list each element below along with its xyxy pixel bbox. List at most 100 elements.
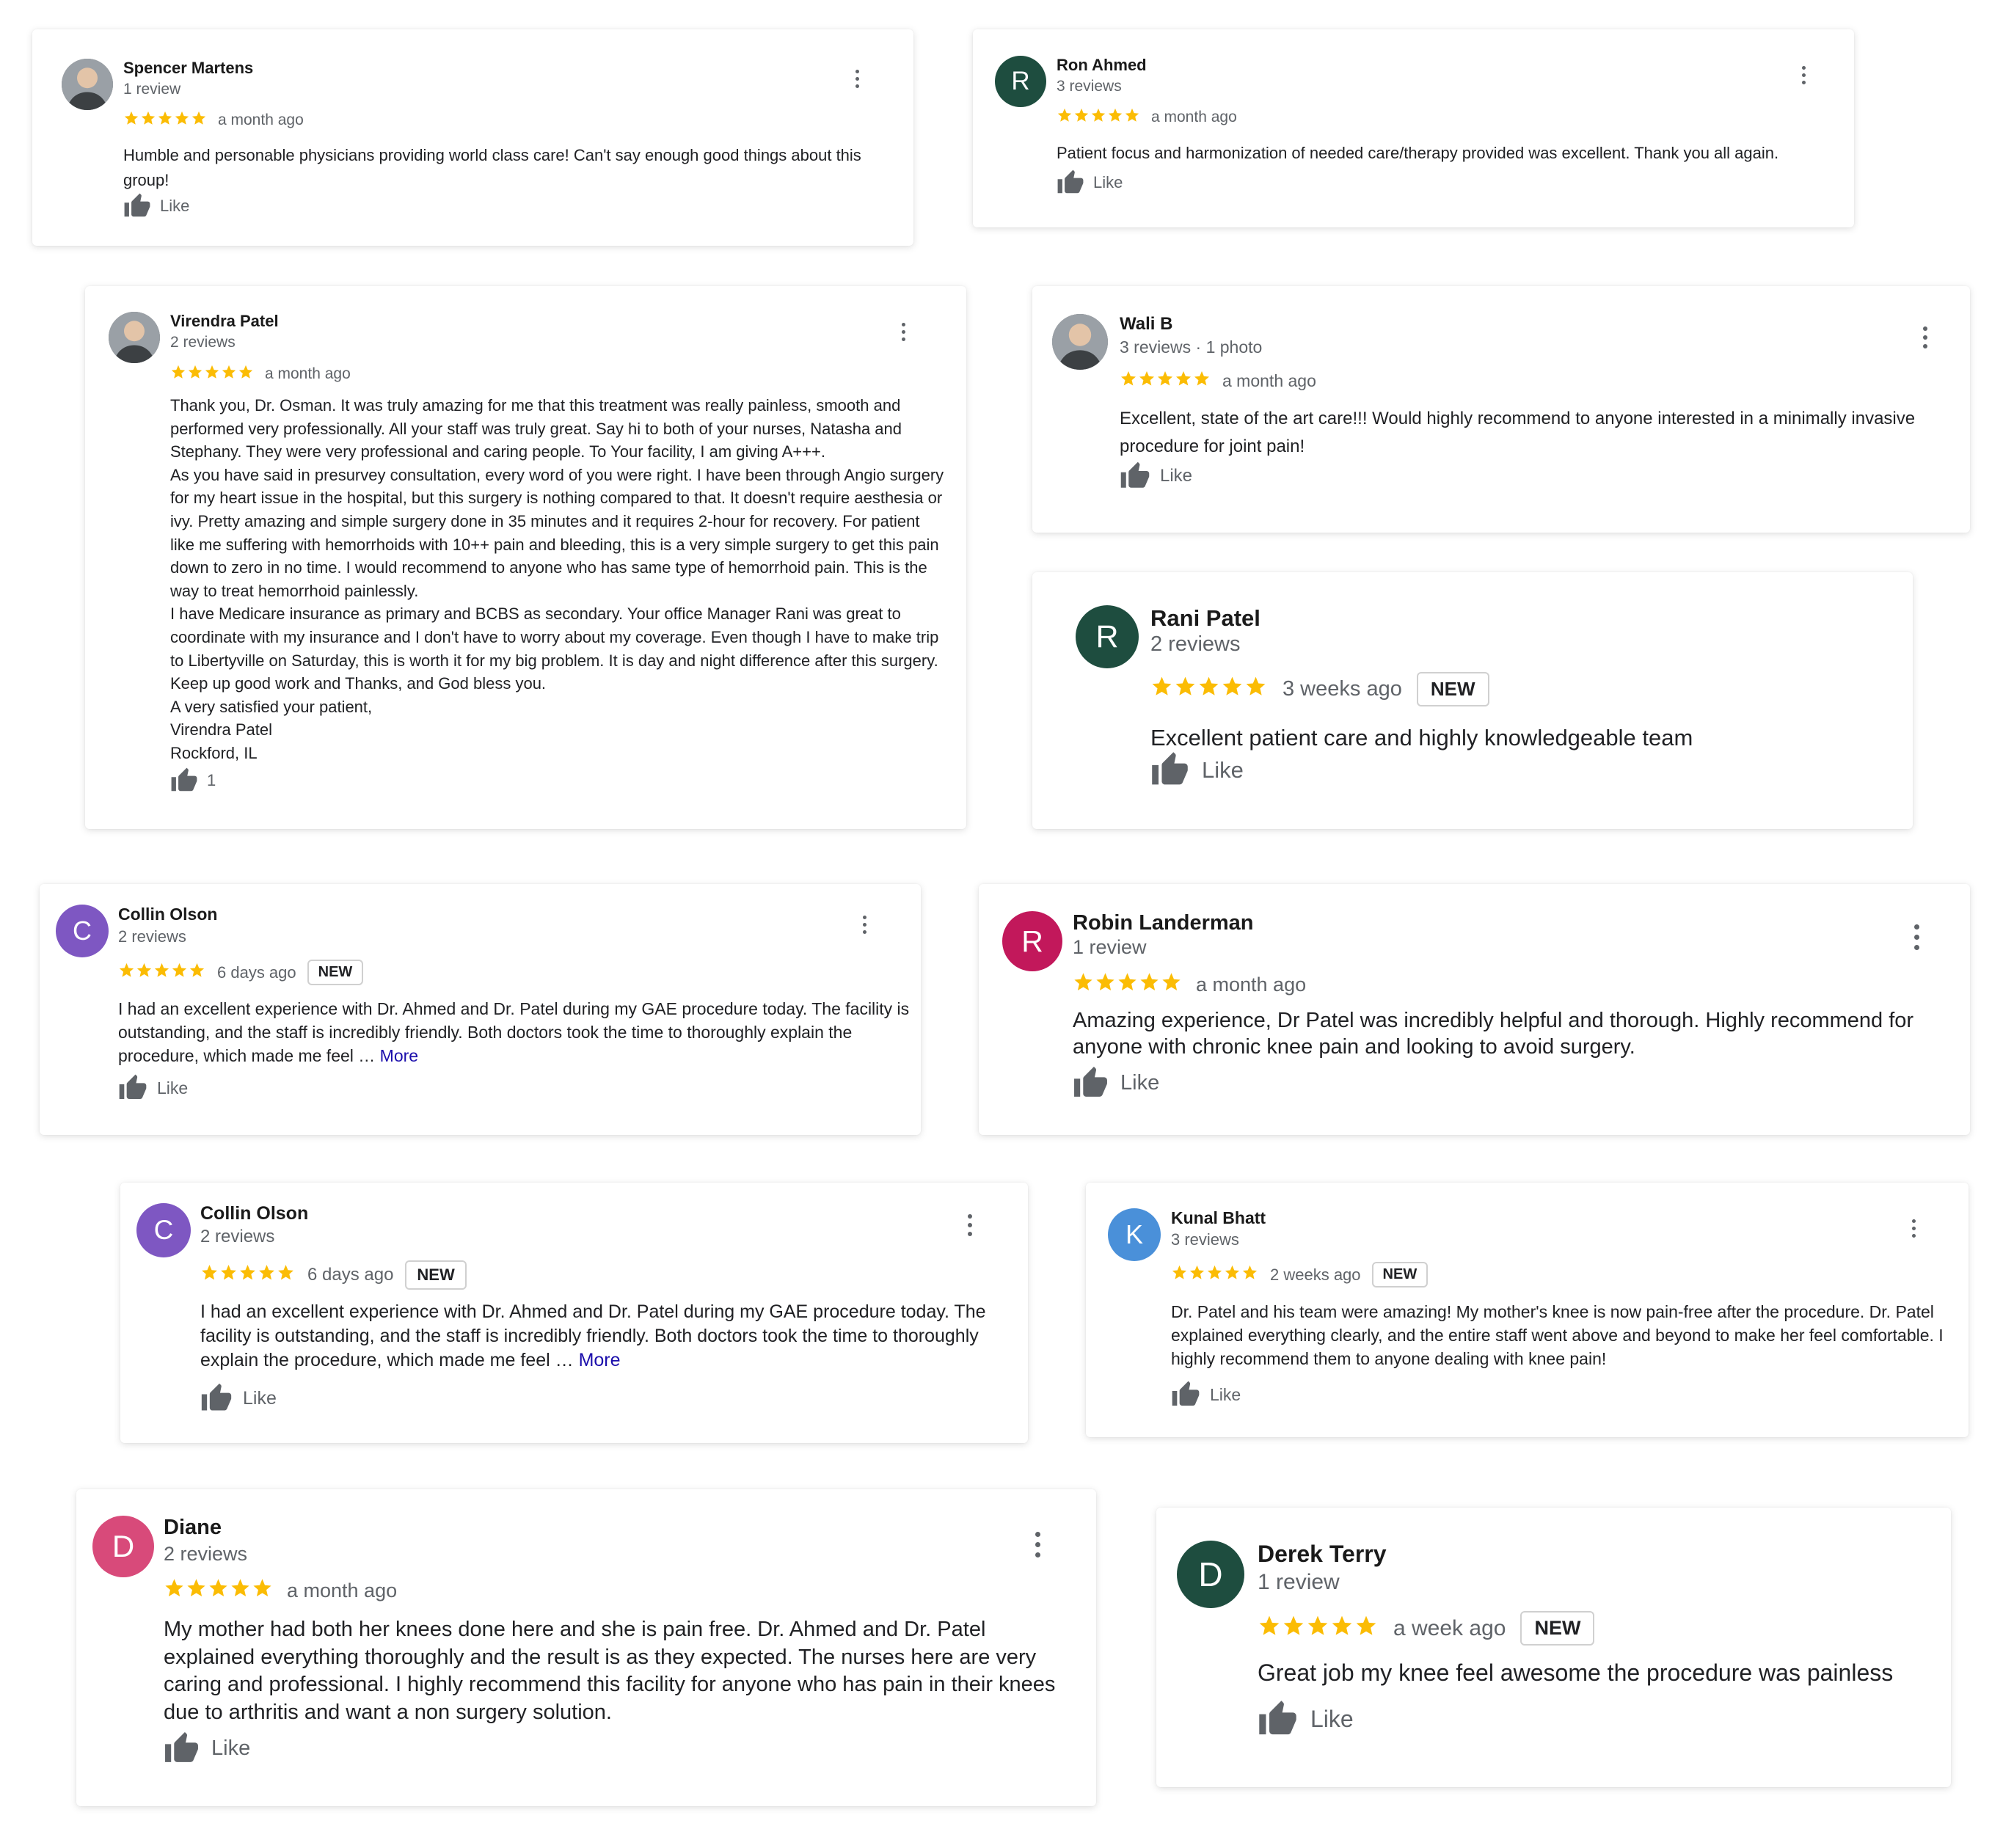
reviewer-name[interactable]: Collin Olson [118,905,217,924]
like-label: Like [157,1078,189,1098]
more-vert-icon[interactable] [967,1214,973,1236]
star-icon [1150,675,1173,704]
more-link[interactable]: More [579,1350,621,1370]
review-time: 2 weeks ago [1270,1265,1361,1284]
review-body: Excellent, state of the art care!!! Woul… [1120,409,1916,456]
star-icon [1224,1264,1241,1285]
avatar[interactable]: K [1108,1208,1161,1261]
new-badge: NEW [1520,1611,1595,1646]
star-icon [189,962,205,983]
star-icon [1090,107,1106,128]
new-badge: NEW [1416,672,1489,706]
like-button[interactable]: Like [1073,1065,1159,1101]
rating-row: a month ago [1057,107,1237,128]
star-icon [1244,675,1267,704]
thumbs-up-icon [164,1731,200,1767]
review-time: a month ago [265,365,351,382]
star-icon [1138,370,1156,392]
avatar[interactable]: C [56,905,109,957]
reviewer-name[interactable]: Virendra Patel [170,312,279,331]
reviewer-name[interactable]: Robin Landerman [1073,911,1254,935]
like-label: Like [1310,1706,1354,1732]
star-icon [1306,1614,1329,1643]
new-badge: NEW [307,960,364,985]
thumbs-up-icon [123,192,151,220]
like-button[interactable]: Like [164,1731,250,1767]
reviewer-name[interactable]: Ron Ahmed [1057,56,1147,75]
review-body: Excellent patient care and highly knowle… [1150,725,1693,750]
like-button[interactable]: Like [1171,1380,1241,1409]
review-count: 1 review [1258,1570,1340,1594]
thumbs-up-icon [170,767,198,795]
like-button[interactable]: Like [1120,461,1192,492]
avatar[interactable]: D [1177,1541,1244,1608]
review-body: Patient focus and harmonization of neede… [1057,144,1779,162]
avatar[interactable]: R [1002,911,1062,971]
like-button[interactable]: 1 [170,767,216,795]
thumbs-up-icon [118,1073,147,1103]
star-icon [208,1577,229,1604]
like-button[interactable]: Like [118,1073,188,1103]
reviewer-name[interactable]: Diane [164,1516,222,1540]
review-count: 2 reviews [1150,632,1241,656]
review-paragraph: As you have said in presurvey consultati… [170,465,944,600]
star-icon [170,364,186,384]
avatar-photo[interactable] [62,59,113,110]
more-vert-icon[interactable] [862,916,867,934]
like-button[interactable]: Like [200,1382,277,1414]
star-icon [258,1263,276,1287]
more-vert-icon[interactable] [901,323,906,341]
reviewer-name[interactable]: Spencer Martens [123,59,253,78]
more-vert-icon[interactable] [1035,1532,1041,1557]
more-vert-icon[interactable] [1801,66,1806,84]
star-icon [174,110,190,131]
star-icon [157,110,173,131]
review-paragraph: Virendra Patel [170,720,273,739]
star-icon [1120,370,1137,392]
star-icon [238,364,254,384]
like-button[interactable]: Like [1258,1699,1354,1739]
reviewer-name[interactable]: Rani Patel [1150,605,1260,632]
avatar[interactable]: D [92,1516,154,1577]
like-label: Like [1093,173,1123,191]
more-vert-icon[interactable] [1913,924,1920,950]
review-body: I had an excellent experience with Dr. A… [118,999,910,1065]
review-text: Humble and personable physicians providi… [123,143,886,193]
like-label: Like [1160,466,1193,486]
like-label: Like [211,1736,251,1760]
rating-row: a month ago [170,364,351,384]
review-time: a month ago [1196,973,1307,996]
avatar[interactable]: R [995,56,1046,107]
avatar-photo[interactable] [1052,314,1108,370]
review-time: 6 days ago [217,963,296,982]
star-icon [1161,971,1182,998]
review-count: 2 reviews [200,1227,275,1246]
review-text: Patient focus and harmonization of neede… [1057,141,1834,166]
like-button[interactable]: Like [123,192,189,220]
star-icon [140,110,156,131]
avatar[interactable]: R [1076,605,1139,668]
star-rating [200,1263,296,1287]
review-body: Humble and personable physicians providi… [123,146,861,189]
more-vert-icon[interactable] [1911,1219,1916,1238]
like-label: Like [1210,1384,1241,1404]
avatar[interactable]: C [136,1203,191,1257]
reviewer-name[interactable]: Collin Olson [200,1203,308,1224]
review-text: Great job my knee feel awesome the proce… [1258,1658,1918,1687]
more-link[interactable]: More [380,1046,418,1065]
review-body: My mother had both her knees done here a… [164,1618,1056,1724]
thumbs-up-icon [1150,750,1189,789]
reviewer-name[interactable]: Wali B [1120,314,1172,335]
thumbs-up-icon [200,1382,233,1414]
star-rating [164,1577,274,1604]
star-icon [1117,971,1138,998]
review-time: 3 weeks ago [1283,677,1402,701]
reviewer-name[interactable]: Kunal Bhatt [1171,1208,1266,1228]
more-vert-icon[interactable] [855,70,860,88]
reviewer-name[interactable]: Derek Terry [1258,1541,1387,1568]
like-button[interactable]: Like [1057,169,1123,197]
avatar-photo[interactable] [109,312,160,363]
more-vert-icon[interactable] [1922,326,1928,348]
star-icon [1330,1614,1354,1643]
like-button[interactable]: Like [1150,750,1244,789]
